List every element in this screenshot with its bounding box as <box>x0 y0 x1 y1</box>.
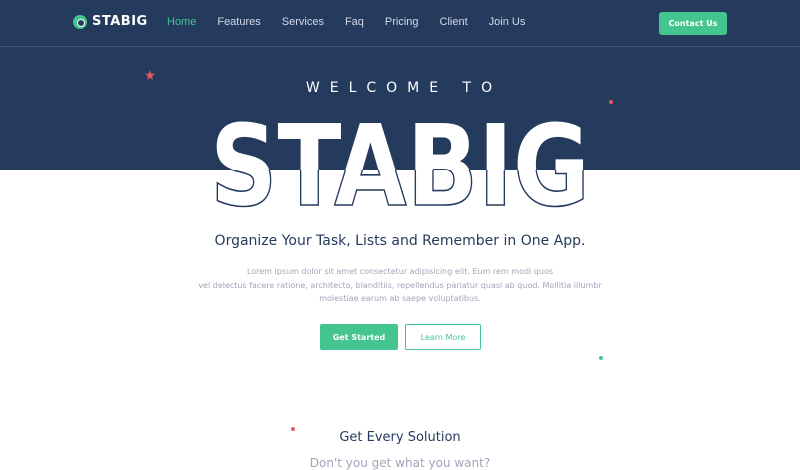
section-title: Get Every Solution <box>339 430 461 445</box>
nav-link-join-us[interactable]: Join Us <box>489 16 526 28</box>
hero-big-title: STABIG STABIG <box>209 112 591 212</box>
description-line: molestiae earum ab saepe voluptatibus. <box>319 294 481 303</box>
nav-link-faq[interactable]: Faq <box>345 16 364 28</box>
nav-link-client[interactable]: Client <box>440 16 468 28</box>
hero-tagline: Organize Your Task, Lists and Remember i… <box>214 233 586 249</box>
top-navbar: STABIG Home Features Services Faq Pricin… <box>0 0 800 47</box>
dot-decoration-icon <box>599 356 603 360</box>
nav-links: Home Features Services Faq Pricing Clien… <box>167 16 546 28</box>
hero-description: Lorem ipsum dolor sit amet consectetur a… <box>180 265 620 306</box>
learn-more-button[interactable]: Learn More <box>405 324 481 350</box>
nav-link-features[interactable]: Features <box>217 16 260 28</box>
nav-link-pricing[interactable]: Pricing <box>385 16 419 28</box>
description-line: vel delectus facere ratione, architecto,… <box>198 280 602 290</box>
get-started-button[interactable]: Get Started <box>320 324 398 350</box>
section-subtitle: Don't you get what you want? <box>309 456 491 470</box>
star-decoration-icon <box>145 70 155 80</box>
welcome-heading: WELCOME TO <box>305 80 503 96</box>
logo[interactable]: STABIG <box>73 14 148 29</box>
logo-circle-icon <box>73 14 87 29</box>
nav-link-services[interactable]: Services <box>282 16 324 28</box>
nav-link-home[interactable]: Home <box>167 16 196 28</box>
description-line: Lorem ipsum dolor sit amet consectetur a… <box>246 267 554 276</box>
logo-text: STABIG <box>92 14 148 29</box>
dot-decoration-icon <box>609 100 613 104</box>
contact-us-button[interactable]: Contact Us <box>659 12 727 35</box>
